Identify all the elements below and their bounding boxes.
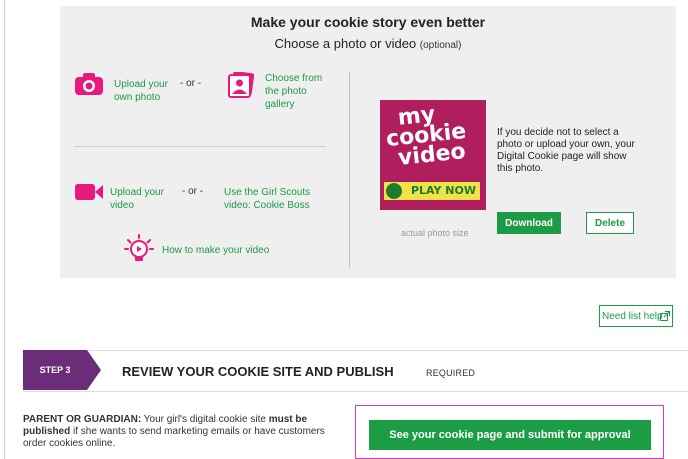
choose-gallery-line3: gallery [265, 99, 295, 110]
thumbnail-line3: video [396, 139, 467, 171]
story-panel: Make your cookie story even better Choos… [60, 6, 676, 278]
lightbulb-icon [124, 234, 154, 261]
use-video-line1: Use the Girl Scouts [224, 187, 311, 198]
photo-caption: actual photo size [401, 228, 469, 238]
choose-gallery-line2: the photo [265, 86, 307, 97]
panel-divider [349, 72, 350, 268]
step-badge-text: STEP 3 [39, 365, 71, 375]
thumbnail-text: my cookie video [383, 102, 469, 171]
upload-video-link[interactable]: Upload your video [110, 186, 164, 212]
options-divider [74, 146, 326, 147]
or-label: - or - [180, 78, 202, 89]
download-button[interactable]: Download [497, 212, 561, 234]
camera-icon[interactable] [74, 72, 104, 96]
parent-note-text1: Your girl's digital cookie site [141, 414, 269, 425]
use-video-line2: video: Cookie Boss [224, 200, 310, 211]
upload-video-line2: video [110, 200, 134, 211]
need-list-help-label: Need list help [602, 310, 663, 322]
upload-photo-line2: own photo [114, 92, 161, 103]
story-subtitle-text: Choose a photo or video [274, 36, 417, 51]
delete-button[interactable]: Delete [586, 212, 634, 234]
video-thumbnail[interactable]: my cookie video PLAY NOW [380, 100, 486, 210]
photo-info-text: If you decide not to select a photo or u… [497, 127, 635, 174]
or-label: - or - [182, 186, 204, 197]
play-icon [386, 183, 402, 199]
upload-video-line1: Upload your [110, 187, 164, 198]
choose-gallery-line1: Choose from [265, 73, 323, 84]
upload-photo-line1: Upload your [114, 79, 168, 90]
left-edge-line [4, 0, 5, 459]
story-subtitle: Choose a photo or video (optional) [60, 36, 676, 51]
parent-note-lead: PARENT OR GUARDIAN: [23, 414, 142, 425]
optional-label: (optional) [419, 40, 462, 51]
submit-for-approval-button[interactable]: See your cookie page and submit for appr… [369, 420, 651, 450]
step3-required: REQUIRED [426, 368, 476, 378]
choose-gallery-link[interactable]: Choose from the photo gallery [265, 72, 322, 111]
gallery-icon[interactable] [228, 72, 254, 100]
upload-photo-link[interactable]: Upload your own photo [114, 78, 168, 104]
how-to-video-link[interactable]: How to make your video [162, 244, 269, 257]
video-camera-icon[interactable] [74, 182, 104, 202]
story-title: Make your cookie story even better [250, 14, 486, 30]
parent-guardian-note: PARENT OR GUARDIAN: Your girl's digital … [23, 414, 343, 450]
step3-title: REVIEW YOUR COOKIE SITE AND PUBLISH [122, 364, 394, 379]
need-list-help-button[interactable]: Need list help [599, 305, 673, 327]
use-video-link[interactable]: Use the Girl Scouts video: Cookie Boss [224, 186, 310, 212]
external-link-icon [660, 311, 670, 321]
